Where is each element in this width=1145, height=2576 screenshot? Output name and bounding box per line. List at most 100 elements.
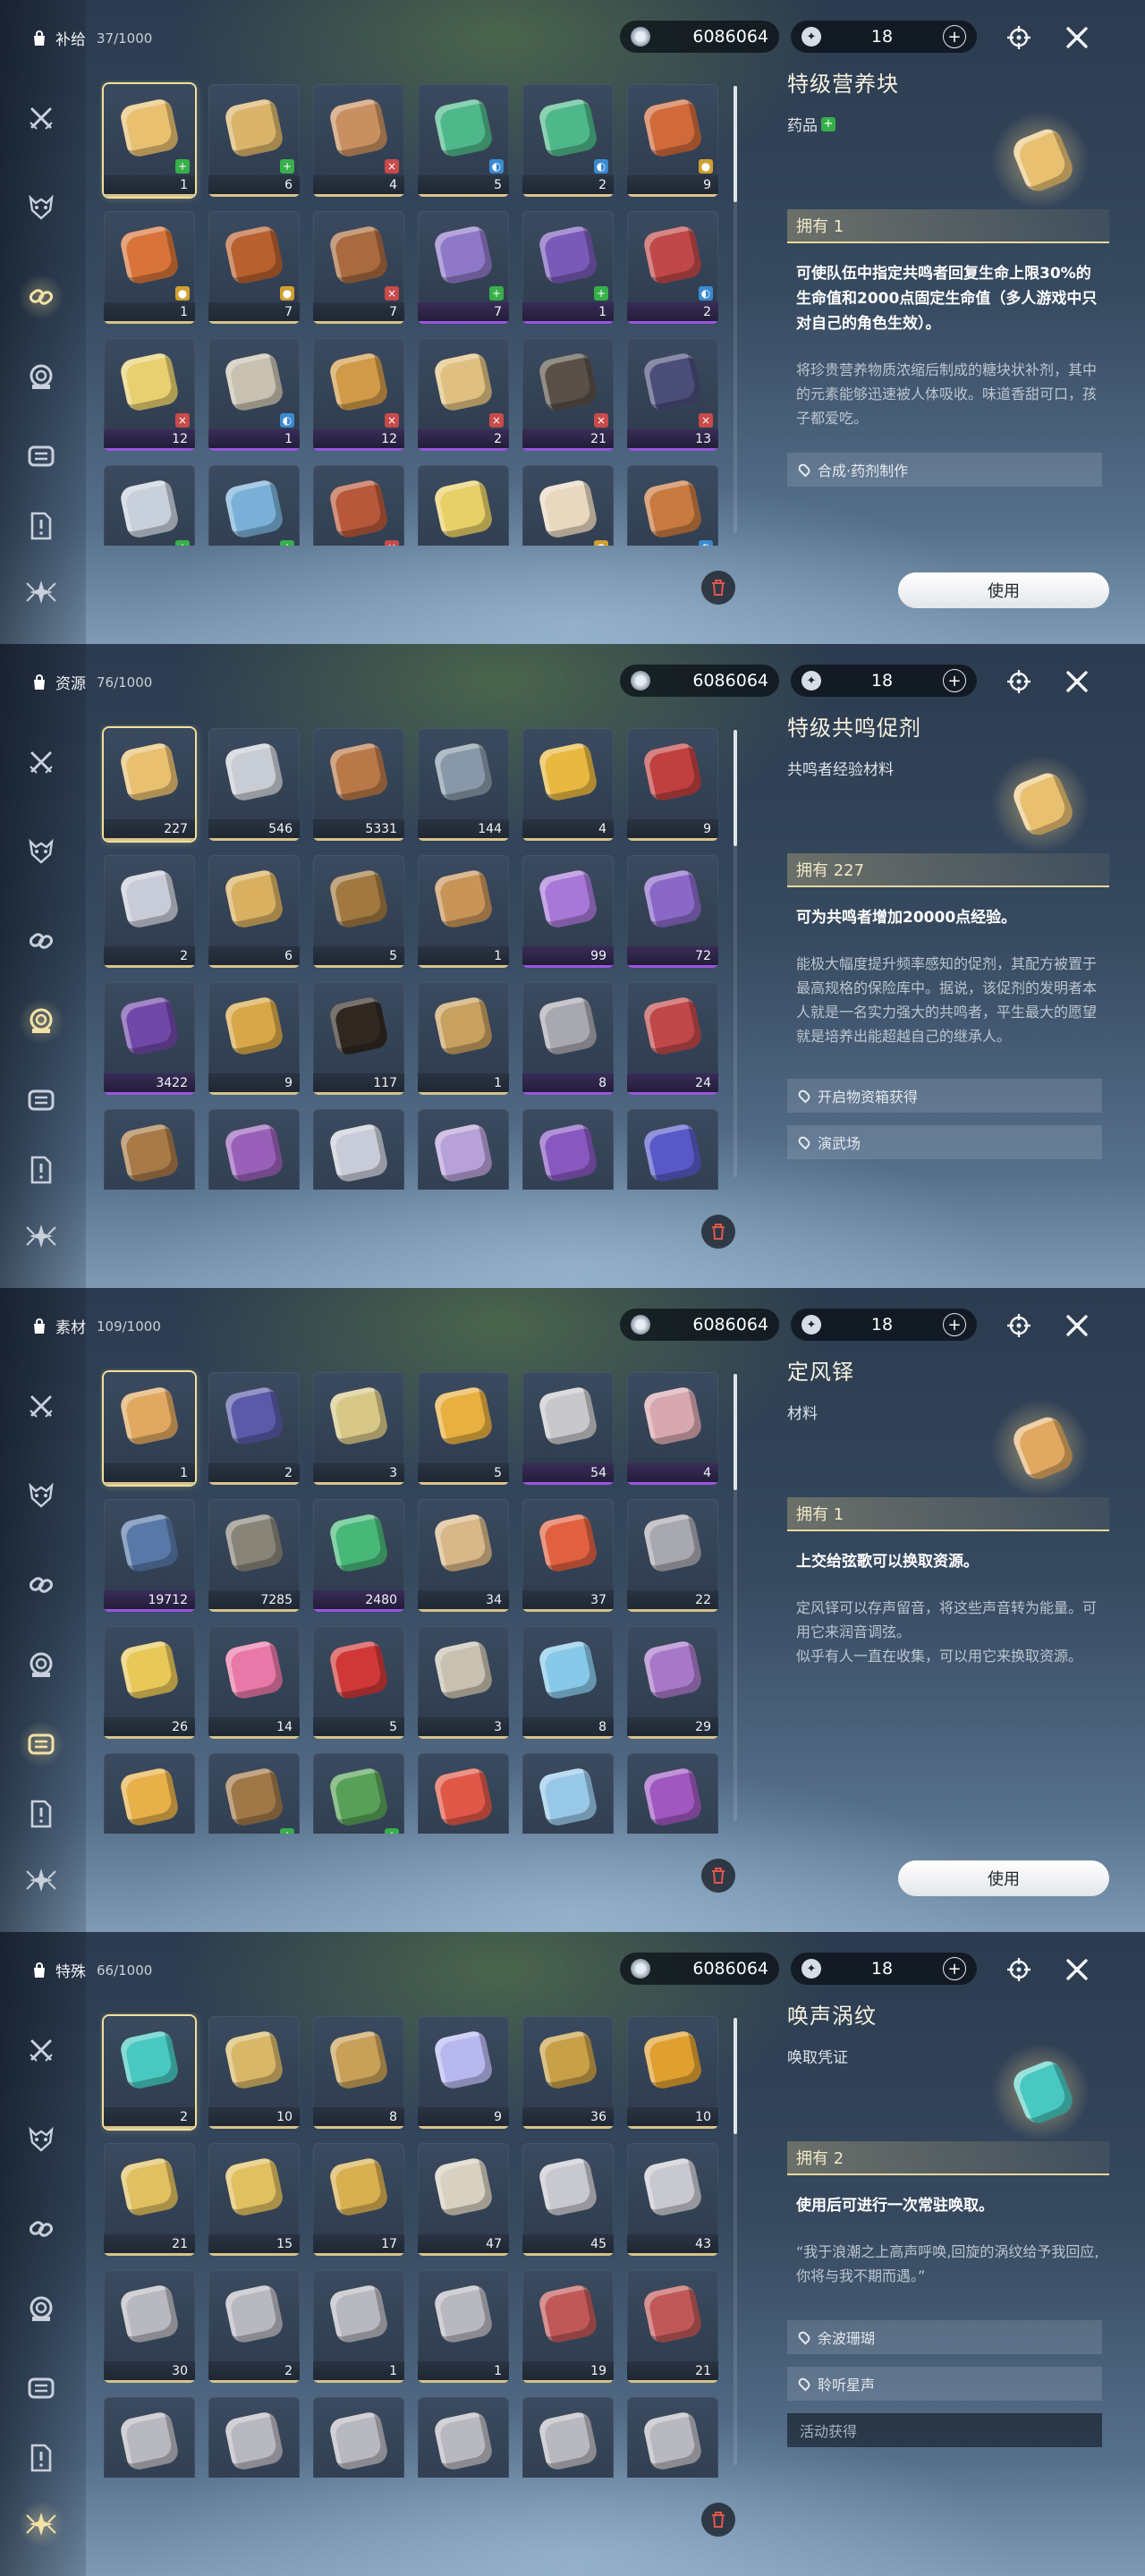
rail-item-swords[interactable] xyxy=(21,742,61,782)
item-slot[interactable]: 8 xyxy=(522,982,614,1095)
item-slot[interactable]: × 12 xyxy=(104,338,195,451)
item-slot[interactable]: 4 xyxy=(522,728,614,841)
item-slot[interactable]: 21 xyxy=(104,2143,195,2256)
item-slot[interactable] xyxy=(627,1753,718,1834)
discard-button[interactable] xyxy=(701,571,735,605)
item-slot[interactable]: 54 xyxy=(522,1372,614,1485)
add-currency-button[interactable]: + xyxy=(943,25,966,48)
item-slot[interactable]: 30 xyxy=(104,2270,195,2383)
item-slot[interactable] xyxy=(418,1753,509,1834)
item-slot[interactable]: 43 xyxy=(627,2143,718,2256)
item-slot[interactable] xyxy=(104,1109,195,1190)
rail-item-winged-star[interactable] xyxy=(21,1216,61,1256)
item-slot[interactable]: 3422 xyxy=(104,982,195,1095)
item-slot[interactable]: ● 7 xyxy=(208,211,300,324)
use-button[interactable]: 使用 xyxy=(898,572,1109,608)
item-slot[interactable]: 8 xyxy=(522,1626,614,1739)
item-slot[interactable]: 19712 xyxy=(104,1499,195,1612)
rail-item-demon-mask[interactable] xyxy=(21,832,61,871)
item-slot[interactable]: 5 xyxy=(313,1626,404,1739)
item-slot[interactable] xyxy=(104,1753,195,1834)
item-slot[interactable]: 5 xyxy=(418,1372,509,1485)
rail-item-chain-link[interactable] xyxy=(21,921,61,961)
close-icon[interactable] xyxy=(1061,1309,1093,1342)
item-slot[interactable]: 1 xyxy=(418,982,509,1095)
item-slot[interactable]: 15 xyxy=(208,2143,300,2256)
item-slot[interactable]: + xyxy=(208,465,300,546)
item-slot[interactable] xyxy=(418,2397,509,2478)
item-slot[interactable] xyxy=(522,1109,614,1190)
item-slot[interactable] xyxy=(627,1109,718,1190)
rail-item-demon-mask[interactable] xyxy=(21,188,61,227)
item-slot[interactable]: +1 xyxy=(104,84,195,197)
source-row[interactable]: 余波珊瑚 xyxy=(787,2320,1102,2354)
item-slot[interactable]: 117 xyxy=(313,982,404,1095)
rail-item-swords[interactable] xyxy=(21,98,61,138)
rail-item-chain-link[interactable] xyxy=(18,274,64,320)
item-slot[interactable]: +6 xyxy=(208,84,300,197)
item-slot[interactable]: ● 1 xyxy=(104,211,195,324)
grid-scrollbar[interactable] xyxy=(734,86,737,533)
item-slot[interactable]: 10 xyxy=(627,2016,718,2129)
discard-button[interactable] xyxy=(701,1859,735,1893)
item-slot[interactable] xyxy=(418,1109,509,1190)
crosshair-icon[interactable] xyxy=(1003,665,1035,698)
item-slot[interactable]: 9 xyxy=(418,2016,509,2129)
item-slot[interactable]: 14 xyxy=(208,1626,300,1739)
item-slot[interactable]: 9 xyxy=(627,728,718,841)
grid-scrollbar[interactable] xyxy=(734,2018,737,2465)
item-slot[interactable] xyxy=(208,2397,300,2478)
item-slot[interactable]: ◐ 2 xyxy=(627,211,718,324)
rail-item-chain-link[interactable] xyxy=(21,1565,61,1605)
grid-scrollbar[interactable] xyxy=(734,1374,737,1821)
item-slot[interactable]: 24 xyxy=(627,982,718,1095)
item-slot[interactable]: × xyxy=(313,465,404,546)
source-row[interactable]: 合成·药剂制作 xyxy=(787,453,1102,487)
item-slot[interactable]: 227 xyxy=(104,728,195,841)
item-slot[interactable]: ◐ 2 xyxy=(522,84,614,197)
item-slot[interactable]: 99 xyxy=(522,855,614,968)
rail-item-swords[interactable] xyxy=(21,2030,61,2070)
item-slot[interactable]: 7285 xyxy=(208,1499,300,1612)
close-icon[interactable] xyxy=(1061,1953,1093,1986)
item-slot[interactable]: 5 xyxy=(313,855,404,968)
item-slot[interactable]: 546 xyxy=(208,728,300,841)
close-icon[interactable] xyxy=(1061,665,1093,698)
discard-button[interactable] xyxy=(701,1215,735,1249)
item-slot[interactable]: ◐ xyxy=(627,465,718,546)
item-slot[interactable]: 2 xyxy=(208,1372,300,1485)
item-slot[interactable] xyxy=(522,1753,614,1834)
item-slot[interactable]: 29 xyxy=(627,1626,718,1739)
rail-item-spiral-badge[interactable] xyxy=(21,2290,61,2329)
use-button[interactable]: 使用 xyxy=(898,1860,1109,1896)
item-slot[interactable]: 3 xyxy=(313,1372,404,1485)
close-icon[interactable] xyxy=(1061,21,1093,54)
rail-item-alert-doc[interactable] xyxy=(21,2438,61,2478)
scroll-thumb[interactable] xyxy=(734,86,737,202)
add-currency-button[interactable]: + xyxy=(943,1313,966,1336)
item-slot[interactable]: 22 xyxy=(627,1499,718,1612)
item-slot[interactable]: 36 xyxy=(522,2016,614,2129)
rail-item-alert-doc[interactable] xyxy=(21,1794,61,1834)
rail-item-swords[interactable] xyxy=(21,1386,61,1426)
rail-item-spiral-badge[interactable] xyxy=(18,998,64,1045)
item-slot[interactable]: 2480 xyxy=(313,1499,404,1612)
rail-item-chip[interactable] xyxy=(18,1721,64,1767)
item-slot[interactable] xyxy=(522,2397,614,2478)
item-slot[interactable]: 1 xyxy=(418,2270,509,2383)
item-slot[interactable]: 2 xyxy=(208,2270,300,2383)
item-slot[interactable]: + xyxy=(208,1753,300,1834)
item-slot[interactable]: 19 xyxy=(522,2270,614,2383)
item-slot[interactable]: × 4 xyxy=(313,84,404,197)
source-row[interactable]: 聆听星声 xyxy=(787,2367,1102,2401)
item-slot[interactable] xyxy=(627,2397,718,2478)
item-slot[interactable]: 21 xyxy=(627,2270,718,2383)
item-slot[interactable]: 144 xyxy=(418,728,509,841)
item-slot[interactable]: ● 9 xyxy=(627,84,718,197)
source-row[interactable]: 演武场 xyxy=(787,1125,1102,1159)
source-row[interactable]: 开启物资箱获得 xyxy=(787,1079,1102,1113)
crosshair-icon[interactable] xyxy=(1003,21,1035,54)
rail-item-chip[interactable] xyxy=(21,436,61,476)
crosshair-icon[interactable] xyxy=(1003,1309,1035,1342)
scroll-thumb[interactable] xyxy=(734,1374,737,1490)
